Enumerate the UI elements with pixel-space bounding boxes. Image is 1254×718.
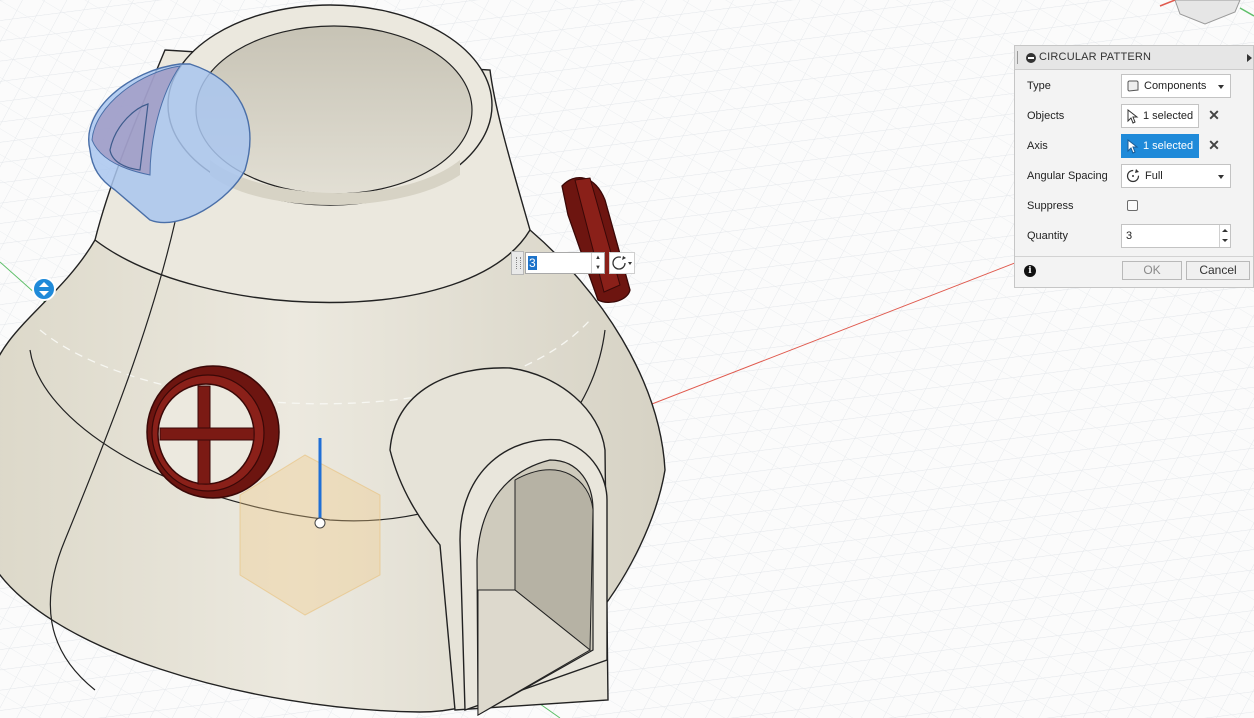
suppress-label: Suppress [1027,200,1074,212]
row-objects: Objects 1 selected ✕ [1015,101,1253,131]
info-icon[interactable]: i [1024,265,1036,277]
clear-axis-close-icon[interactable]: ✕ [1207,138,1221,152]
3d-viewport[interactable]: 3 ▲ ▼ CIRCULAR PATTERN Type Components O… [0,0,1254,718]
circular-pattern-dialog[interactable]: CIRCULAR PATTERN Type Components Objects… [1014,45,1254,288]
ok-button[interactable]: OK [1122,261,1182,280]
objects-value: 1 selected [1143,110,1194,122]
cursor-arrow-icon [1127,139,1139,154]
clear-objects-close-icon[interactable]: ✕ [1207,108,1221,122]
objects-label: Objects [1027,110,1065,122]
objects-selector[interactable]: 1 selected [1121,104,1199,128]
quantity-field[interactable]: 3 [1121,224,1231,248]
axis-label: Axis [1027,140,1048,152]
row-type: Type Components [1015,71,1253,101]
floating-quantity-input[interactable]: 3 ▲ ▼ [511,251,635,275]
type-label: Type [1027,80,1051,92]
chevron-down-icon [1218,175,1224,179]
dialog-divider [1015,256,1253,257]
dialog-header[interactable]: CIRCULAR PATTERN [1015,46,1253,70]
axis-value: 1 selected [1143,140,1194,152]
type-dropdown[interactable]: Components [1121,74,1231,98]
floating-quantity-value: 3 [528,256,537,270]
collapse-icon[interactable] [1026,53,1036,63]
drag-grip-icon[interactable] [511,251,524,275]
floating-quantity-field[interactable]: 3 ▲ ▼ [525,252,605,274]
cancel-button[interactable]: Cancel [1186,261,1250,280]
cursor-arrow-icon [1127,109,1139,124]
angular-spacing-label: Angular Spacing [1027,170,1108,182]
axis-selector[interactable]: 1 selected [1121,134,1199,158]
row-axis: Axis 1 selected ✕ [1015,131,1253,161]
quantity-label: Quantity [1027,230,1068,242]
angular-spacing-dropdown[interactable]: Full [1121,164,1231,188]
row-angular-spacing: Angular Spacing Full [1015,161,1253,191]
dialog-grip-icon[interactable] [1017,51,1021,64]
rotate-direction-icon [612,256,632,270]
floating-quantity-stepper[interactable]: ▲ ▼ [591,253,604,273]
component-icon [1127,80,1139,92]
navigation-marker-icon[interactable] [31,276,57,302]
row-suppress: Suppress [1015,191,1253,221]
chevron-down-icon [1218,85,1224,89]
red-window-front[interactable] [146,365,280,499]
dialog-title: CIRCULAR PATTERN [1039,51,1152,63]
expand-arrow-icon[interactable] [1247,54,1252,62]
suppress-checkbox[interactable] [1127,200,1138,211]
quantity-value: 3 [1126,230,1133,242]
rotate-direction-button[interactable] [609,252,635,274]
angular-spacing-value: Full [1145,170,1163,182]
type-value: Components [1144,80,1207,92]
row-quantity: Quantity 3 [1015,221,1253,251]
rotate-icon [1126,169,1140,183]
quantity-stepper[interactable] [1219,225,1230,247]
